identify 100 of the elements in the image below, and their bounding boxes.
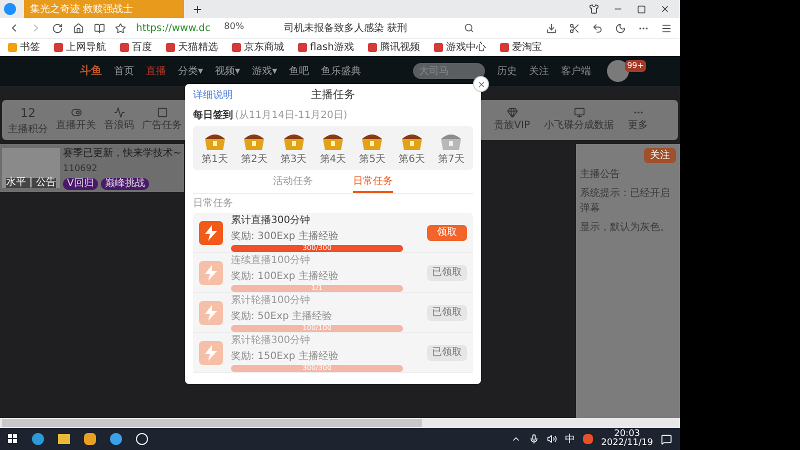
zoom-level[interactable]: 80% [224,21,244,35]
stream-tag[interactable]: 巅峰挑战 [100,178,149,190]
user-avatar[interactable] [607,60,630,82]
nav-link[interactable]: 鱼乐盛典 [321,64,362,78]
browser-icon[interactable] [110,433,122,445]
tool-icon [70,107,82,118]
app-icon[interactable] [136,433,148,445]
undo-icon[interactable] [592,22,603,34]
task-name: 累计直播300分钟 [231,214,312,228]
stream-title: 赛季已更新，快来学技术~ [63,146,182,161]
news-ticker[interactable]: 司机未报备致多人感染 获刑 [284,20,454,36]
checkin-label: 每日签到 [193,108,233,123]
bookmark-link[interactable]: 京东商城 [232,40,284,55]
reader-icon[interactable] [94,22,105,34]
dialog-title: 主播任务 [311,86,355,103]
maximize-icon[interactable] [637,4,646,14]
claim-button[interactable]: 已领取 [427,264,467,280]
day-label: 第1天 [202,152,228,166]
nav-link[interactable]: 直播 [146,64,166,78]
edge-icon[interactable] [32,433,44,445]
task-tab[interactable]: 日常任务 [353,174,393,193]
tool-item[interactable]: 贵族VIP [494,107,530,133]
bookmark-link[interactable]: 天猫精选 [166,40,218,55]
help-link[interactable]: 详细说明 [193,88,233,102]
header-action[interactable]: 关注 [529,64,550,78]
task-name: 累计轮播300分钟 [231,334,312,348]
lightning-exp-icon [199,300,223,324]
url-field[interactable]: https://www.dc [136,20,214,36]
day-label: 第4天 [320,152,346,166]
browser-logo-icon [4,3,16,15]
moon-icon[interactable] [615,22,626,34]
task-reward: 奖励: 300Exp 主播经验 [231,230,340,244]
close-icon[interactable] [660,4,670,14]
task-reward: 奖励: 100Exp 主播经验 [231,270,340,284]
app-icon[interactable] [84,433,96,445]
close-button[interactable] [473,76,489,92]
bookmark-link[interactable]: 百度 [120,40,152,55]
notification-badge: 99+ [625,60,646,72]
day-label: 第2天 [240,152,268,166]
nav-link[interactable]: 游戏▾ [252,64,278,78]
search-icon[interactable] [464,23,474,33]
tool-item[interactable]: 音浪码 [104,107,134,133]
panel-heading: 主播公告 [580,168,621,182]
microphone-icon[interactable] [529,434,540,444]
chat-message: 显示，默认为灰色。 [580,220,671,235]
header-action[interactable]: 客户端 [561,64,592,78]
bookmark-link[interactable]: 游戏中心 [434,40,486,55]
scrollbar-thumb[interactable] [2,419,422,427]
claim-button[interactable]: 已领取 [427,304,467,320]
nav-link[interactable]: 分类▾ [178,64,204,78]
day-label: 第7天 [438,152,464,166]
sogou-icon[interactable] [583,434,594,444]
task-name: 连续直播100分钟 [231,254,312,268]
day-label: 第6天 [398,152,425,166]
day-label: 第3天 [280,152,307,166]
bookmark-link[interactable]: 爱淘宝 [500,40,542,55]
tool-icon [156,107,168,118]
claim-button[interactable]: 已领取 [427,344,467,360]
task-reward: 奖励: 150Exp 主播经验 [231,350,340,364]
header-action[interactable]: 历史 [497,64,518,78]
checkin-range: (从11月14日-11月20日) [235,108,348,123]
task-tab[interactable]: 活动任务 [273,174,313,191]
scissors-icon[interactable] [569,22,580,34]
bookmark-link[interactable]: 腾讯视频 [368,40,420,55]
star-icon[interactable] [115,22,126,34]
speaker-icon[interactable] [547,434,558,444]
tool-item[interactable]: 直播开关 [56,107,96,133]
tool-item[interactable]: 广告任务 [142,107,182,133]
reload-icon[interactable] [52,22,63,34]
nav-link[interactable]: 首页 [114,64,134,78]
tool-icon [574,107,584,118]
site-logo[interactable]: 斗鱼 [80,62,102,80]
tool-label[interactable]: 主播积分 [8,122,48,136]
lightning-exp-icon [199,260,223,284]
new-tab-icon[interactable] [192,4,203,14]
stream-tag[interactable]: V回归 [63,178,98,190]
bookmark-link[interactable]: flash游戏 [298,40,354,55]
home-icon[interactable] [73,22,84,34]
tool-icon [114,107,124,118]
follow-button[interactable]: 关注 [644,148,676,163]
download-icon[interactable] [546,22,557,34]
section-label: 日常任务 [193,196,234,211]
notification-icon[interactable] [661,434,672,444]
nav-link[interactable]: 视频▾ [215,64,240,78]
tool-item[interactable]: 小飞碟分成数据 [544,107,614,133]
tool-icon [506,107,518,118]
lightning-exp-icon [199,220,223,244]
start-icon[interactable] [8,434,18,444]
nav-link[interactable]: 鱼吧 [289,64,310,78]
task-name: 累计轮播100分钟 [231,294,312,308]
tool-item[interactable]: 更多 [628,107,648,133]
shirt-icon[interactable] [589,4,599,14]
menu-icon[interactable] [661,22,672,34]
bookmark-link[interactable]: 书签 [8,40,40,55]
ime-indicator[interactable]: 中 [565,432,576,446]
day-label: 第5天 [359,152,386,166]
bookmark-link[interactable]: 上网导航 [54,40,106,55]
photo-caption: 水平 | 公告 [6,178,56,188]
claim-button[interactable]: 领取 [427,224,467,240]
viewer-count: 110692 [63,162,98,176]
